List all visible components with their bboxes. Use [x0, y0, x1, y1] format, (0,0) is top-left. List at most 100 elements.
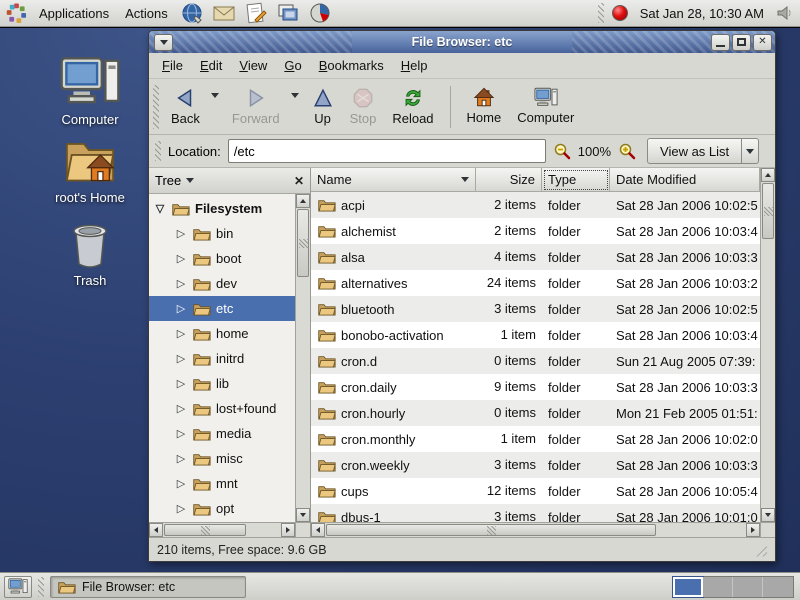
show-desktop-button[interactable]: [4, 576, 32, 598]
tree-vertical-scrollbar[interactable]: [295, 194, 310, 522]
scroll-up-button[interactable]: [296, 194, 310, 208]
close-button[interactable]: ✕: [753, 34, 772, 51]
expander-closed-icon[interactable]: ▷: [175, 277, 187, 290]
volume-icon[interactable]: [776, 4, 794, 22]
home-button[interactable]: Home: [459, 84, 510, 129]
up-button[interactable]: Up: [304, 84, 342, 130]
scroll-right-button[interactable]: [746, 523, 760, 537]
scroll-right-button[interactable]: [281, 523, 295, 537]
menu-view[interactable]: View: [232, 55, 274, 76]
window-menu-button[interactable]: [154, 34, 173, 51]
file-row-dbus-1[interactable]: dbus-1 3 items folder Sat 28 Jan 2006 10…: [311, 504, 760, 522]
minimize-button[interactable]: [711, 34, 730, 51]
column-header-size[interactable]: Size: [476, 168, 542, 192]
menu-help[interactable]: Help: [394, 55, 435, 76]
expander-closed-icon[interactable]: ▷: [175, 327, 187, 340]
forward-dropdown-button[interactable]: [288, 98, 302, 116]
desktop-icon-home[interactable]: root's Home: [42, 136, 138, 205]
presentation-launcher-icon[interactable]: [276, 1, 300, 25]
scrollbar-thumb[interactable]: [297, 209, 309, 277]
spreadsheet-launcher-icon[interactable]: [308, 1, 332, 25]
expander-closed-icon[interactable]: ▷: [175, 227, 187, 240]
window-resize-grip[interactable]: [753, 543, 767, 557]
distro-logo-icon[interactable]: [6, 3, 27, 24]
column-header-type[interactable]: Type: [542, 168, 610, 192]
expander-closed-icon[interactable]: ▷: [175, 402, 187, 415]
scroll-left-button[interactable]: [311, 523, 325, 537]
workspace-1[interactable]: [673, 577, 703, 597]
back-dropdown-button[interactable]: [208, 98, 222, 116]
zoom-out-icon[interactable]: [553, 142, 571, 160]
reload-button[interactable]: Reload: [384, 84, 441, 130]
expander-closed-icon[interactable]: ▷: [175, 352, 187, 365]
tree-horizontal-scrollbar[interactable]: [149, 522, 295, 537]
list-horizontal-scrollbar[interactable]: [311, 522, 760, 537]
word-processor-launcher-icon[interactable]: [244, 1, 268, 25]
expander-closed-icon[interactable]: ▷: [175, 502, 187, 515]
expander-closed-icon[interactable]: ▷: [175, 477, 187, 490]
scrollbar-thumb[interactable]: [326, 524, 656, 536]
maximize-button[interactable]: [732, 34, 751, 51]
view-mode-combo[interactable]: View as List: [647, 138, 759, 164]
workspace-3[interactable]: [733, 577, 763, 597]
tree-item-lib[interactable]: ▷ lib: [149, 371, 295, 396]
tree-item-opt[interactable]: ▷ opt: [149, 496, 295, 521]
file-row-cron-monthly[interactable]: cron.monthly 1 item folder Sat 28 Jan 20…: [311, 426, 760, 452]
tree-pane-header[interactable]: Tree ✕: [149, 168, 310, 194]
window-titlebar[interactable]: File Browser: etc ✕: [149, 31, 775, 53]
file-row-cups[interactable]: cups 12 items folder Sat 28 Jan 2006 10:…: [311, 478, 760, 504]
menu-edit[interactable]: Edit: [193, 55, 229, 76]
actions-menu[interactable]: Actions: [121, 4, 172, 23]
file-row-bonobo-activation[interactable]: bonobo-activation 1 item folder Sat 28 J…: [311, 322, 760, 348]
expander-closed-icon[interactable]: ▷: [175, 427, 187, 440]
toolbar-drag-handle[interactable]: [153, 85, 159, 129]
scroll-down-button[interactable]: [761, 508, 775, 522]
back-button[interactable]: Back: [163, 84, 208, 130]
desktop-icon-trash[interactable]: Trash: [42, 223, 138, 288]
tree-item-bin[interactable]: ▷ bin: [149, 221, 295, 246]
tree-item-boot[interactable]: ▷ boot: [149, 246, 295, 271]
workspace-4[interactable]: [763, 577, 793, 597]
expander-open-icon[interactable]: ▽: [154, 202, 166, 215]
column-header-name[interactable]: Name: [311, 168, 476, 192]
file-row-cron-hourly[interactable]: cron.hourly 0 items folder Mon 21 Feb 20…: [311, 400, 760, 426]
column-header-date-modified[interactable]: Date Modified: [610, 168, 760, 192]
expander-closed-icon[interactable]: ▷: [175, 252, 187, 265]
tree-item-misc[interactable]: ▷ misc: [149, 446, 295, 471]
expander-closed-icon[interactable]: ▷: [175, 377, 187, 390]
tree-item-filesystem[interactable]: ▽ Filesystem: [149, 196, 295, 221]
scroll-left-button[interactable]: [149, 523, 163, 537]
combo-arrow-button[interactable]: [741, 139, 758, 163]
computer-button[interactable]: Computer: [509, 84, 582, 129]
tree-item-mnt[interactable]: ▷ mnt: [149, 471, 295, 496]
panel-clock[interactable]: Sat Jan 28, 10:30 AM: [636, 6, 768, 21]
file-row-alternatives[interactable]: alternatives 24 items folder Sat 28 Jan …: [311, 270, 760, 296]
expander-closed-icon[interactable]: ▷: [175, 302, 187, 315]
list-vertical-scrollbar[interactable]: [760, 168, 775, 522]
zoom-in-icon[interactable]: [618, 142, 636, 160]
expander-closed-icon[interactable]: ▷: [175, 452, 187, 465]
file-row-acpi[interactable]: acpi 2 items folder Sat 28 Jan 2006 10:0…: [311, 192, 760, 218]
scrollbar-thumb[interactable]: [164, 524, 246, 536]
taskbar-drag-handle[interactable]: [38, 577, 44, 597]
scrollbar-thumb[interactable]: [762, 183, 774, 239]
location-input[interactable]: [228, 139, 546, 163]
workspace-switcher[interactable]: [672, 576, 794, 598]
menu-bookmarks[interactable]: Bookmarks: [312, 55, 391, 76]
file-row-bluetooth[interactable]: bluetooth 3 items folder Sat 28 Jan 2006…: [311, 296, 760, 322]
tree-item-etc[interactable]: ▷ etc: [149, 296, 295, 321]
file-row-cron-d[interactable]: cron.d 0 items folder Sun 21 Aug 2005 07…: [311, 348, 760, 374]
tree-item-home[interactable]: ▷ home: [149, 321, 295, 346]
tree-item-lost-found[interactable]: ▷ lost+found: [149, 396, 295, 421]
file-row-cron-daily[interactable]: cron.daily 9 items folder Sat 28 Jan 200…: [311, 374, 760, 400]
update-alert-icon[interactable]: [612, 5, 628, 21]
taskbar-task-file-browser[interactable]: File Browser: etc: [50, 576, 246, 598]
applications-menu[interactable]: Applications: [35, 4, 113, 23]
scroll-up-button[interactable]: [761, 168, 775, 182]
scroll-down-button[interactable]: [296, 508, 310, 522]
locationbar-drag-handle[interactable]: [155, 141, 161, 161]
menu-file[interactable]: File: [155, 55, 190, 76]
web-browser-launcher-icon[interactable]: [180, 1, 204, 25]
workspace-2[interactable]: [703, 577, 733, 597]
panel-drag-handle[interactable]: [598, 3, 604, 23]
